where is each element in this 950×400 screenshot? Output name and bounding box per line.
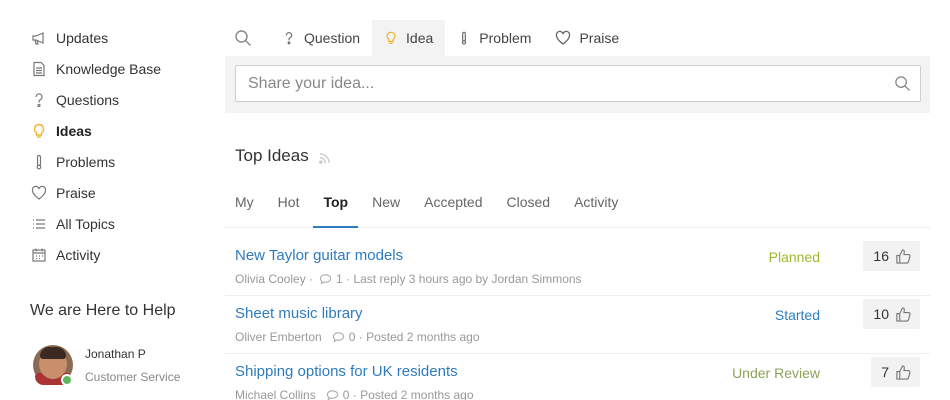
filter-new[interactable]: New — [362, 186, 410, 228]
sidebar-item-label: Problems — [56, 153, 116, 170]
sidebar-item-knowledge-base[interactable]: Knowledge Base — [30, 53, 210, 84]
section-title: Top Ideas — [235, 146, 330, 166]
idea-title-link[interactable]: Sheet music library — [235, 305, 363, 322]
online-status-icon — [61, 374, 73, 386]
post-type-tabs: Question Idea Problem Praise — [225, 20, 631, 56]
status-badge: Planned — [768, 249, 820, 265]
idea-author[interactable]: Michael Collins — [235, 388, 316, 400]
sidebar: Updates Knowledge Base Questions Ideas P… — [30, 22, 210, 270]
question-icon — [30, 91, 48, 109]
question-icon — [285, 32, 293, 45]
agent-role: Customer Service — [85, 370, 181, 384]
tab-question[interactable]: Question — [270, 20, 372, 56]
tab-idea[interactable]: Idea — [372, 20, 446, 56]
idea-author[interactable]: Olivia Cooley — [235, 272, 306, 286]
comment-icon — [319, 274, 332, 285]
list-item: Sheet music library Oliver Emberton 0 · … — [225, 296, 930, 354]
sort-filters: My Hot Top New Accepted Closed Activity — [225, 186, 930, 228]
sidebar-item-updates[interactable]: Updates — [30, 22, 210, 53]
agent-card: Jonathan P Customer Service — [33, 345, 181, 386]
comment-icon — [326, 390, 338, 400]
status-badge: Started — [774, 307, 820, 323]
idea-meta: Olivia Cooley · 1 · Last reply 3 hours a… — [235, 272, 582, 286]
sidebar-item-ideas[interactable]: Ideas — [30, 115, 210, 146]
idea-meta: Oliver Emberton 0 · Posted 2 months ago — [235, 330, 480, 344]
sidebar-item-praise[interactable]: Praise — [30, 177, 210, 208]
vote-count: 16 — [873, 248, 889, 264]
thermometer-icon — [462, 31, 467, 45]
vote-count: 7 — [881, 364, 889, 380]
search-icon — [235, 30, 251, 46]
thermometer-icon — [30, 153, 48, 171]
idea-title-link[interactable]: Shipping options for UK residents — [235, 363, 458, 380]
sidebar-item-label: All Topics — [56, 215, 115, 232]
idea-list: New Taylor guitar models Olivia Cooley ·… — [225, 238, 930, 400]
tab-idea-label: Idea — [406, 30, 434, 46]
sidebar-item-problems[interactable]: Problems — [30, 146, 210, 177]
sidebar-item-all-topics[interactable]: All Topics — [30, 208, 210, 239]
idea-activity: Posted 2 months ago — [366, 330, 480, 344]
tab-question-label: Question — [304, 30, 361, 46]
vote-button[interactable]: 10 — [863, 299, 920, 329]
megaphone-icon — [30, 29, 48, 47]
idea-title-link[interactable]: New Taylor guitar models — [235, 247, 403, 264]
avatar — [33, 345, 73, 386]
vote-button[interactable]: 16 — [863, 241, 920, 271]
document-icon — [30, 60, 48, 78]
heart-icon — [556, 30, 571, 45]
idea-input[interactable] — [235, 65, 921, 102]
help-title: We are Here to Help — [30, 302, 176, 319]
meta-separator: · — [309, 272, 314, 286]
idea-activity: Posted 2 months ago — [360, 388, 474, 400]
sidebar-item-label: Questions — [56, 91, 120, 108]
sidebar-item-label: Activity — [56, 246, 101, 263]
idea-meta: Michael Collins 0 · Posted 2 months ago — [235, 388, 474, 400]
comment-count: 0 — [348, 330, 356, 344]
calendar-icon — [30, 246, 48, 264]
agent-name: Jonathan P — [85, 347, 146, 361]
section-title-text: Top Ideas — [235, 146, 309, 165]
filter-closed[interactable]: Closed — [496, 186, 560, 228]
sidebar-item-activity[interactable]: Activity — [30, 239, 210, 270]
filter-activity[interactable]: Activity — [564, 186, 628, 228]
filter-top[interactable]: Top — [313, 186, 359, 228]
idea-activity: Last reply 3 hours ago by Jordan Simmons — [353, 272, 582, 286]
comment-icon — [332, 332, 344, 343]
tab-search[interactable] — [225, 20, 270, 56]
search-icon — [895, 76, 911, 92]
tab-problem[interactable]: Problem — [445, 20, 543, 56]
thumbs-up-icon — [896, 306, 911, 322]
sidebar-item-questions[interactable]: Questions — [30, 84, 210, 115]
comment-count: 0 — [342, 388, 350, 400]
vote-button[interactable]: 7 — [871, 357, 920, 387]
sidebar-item-label: Updates — [56, 29, 109, 46]
filter-hot[interactable]: Hot — [268, 186, 310, 228]
lightbulb-icon — [386, 31, 396, 44]
idea-author[interactable]: Oliver Emberton — [235, 330, 322, 344]
filter-accepted[interactable]: Accepted — [414, 186, 492, 228]
list-icon — [30, 215, 48, 233]
vote-count: 10 — [873, 306, 889, 322]
tab-praise-label: Praise — [579, 30, 620, 46]
filter-my[interactable]: My — [225, 186, 264, 228]
comment-count: 1 — [336, 272, 343, 286]
list-item: New Taylor guitar models Olivia Cooley ·… — [225, 238, 930, 296]
idea-composer — [225, 56, 930, 113]
rss-icon[interactable] — [318, 152, 330, 164]
status-badge: Under Review — [732, 365, 820, 381]
sidebar-item-label: Knowledge Base — [56, 60, 162, 77]
sidebar-item-label: Praise — [56, 184, 96, 201]
sidebar-item-label: Ideas — [56, 122, 92, 139]
heart-icon — [30, 184, 48, 202]
thumbs-up-icon — [896, 364, 911, 380]
lightbulb-icon — [30, 122, 48, 140]
tab-praise[interactable]: Praise — [543, 20, 631, 56]
list-item: Shipping options for UK residents Michae… — [225, 354, 930, 400]
tab-problem-label: Problem — [479, 30, 532, 46]
thumbs-up-icon — [896, 248, 911, 264]
